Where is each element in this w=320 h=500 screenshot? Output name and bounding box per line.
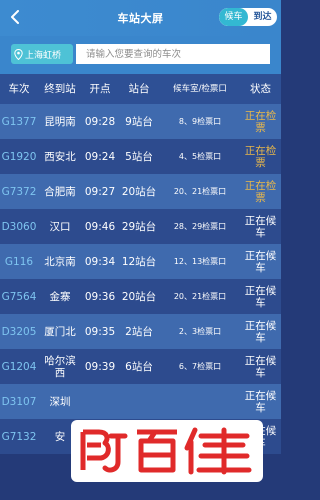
platform: 2站台 bbox=[125, 325, 153, 338]
destination: 哈尔滨西 bbox=[44, 354, 76, 379]
destination: 深圳 bbox=[49, 395, 71, 408]
departure-time: 09:39 bbox=[84, 360, 116, 373]
table-row[interactable]: D3060 汉口 09:46 29站台 28、29检票口 正在候车 bbox=[0, 209, 281, 244]
status: 正在候车 bbox=[244, 389, 277, 414]
platform bbox=[118, 384, 160, 419]
search-bar: 上海虹桥 bbox=[0, 36, 281, 74]
destination: 西安北 bbox=[44, 150, 76, 163]
platform: 6站台 bbox=[125, 360, 153, 373]
table-row[interactable]: G7372 合肥南 09:27 20站台 20、21检票口 正在检票 bbox=[0, 174, 281, 209]
location-pin-icon bbox=[14, 48, 23, 60]
train-number: D3060 bbox=[1, 220, 37, 233]
table-row[interactable]: G7564 金寨 09:36 20站台 20、21检票口 正在候车 bbox=[0, 279, 281, 314]
platform: 9站台 bbox=[125, 115, 153, 128]
gate: 12、13检票口 bbox=[173, 256, 227, 266]
table-row[interactable]: G1204 哈尔滨西 09:39 6站台 6、7检票口 正在候车 bbox=[0, 349, 281, 384]
platform: 20站台 bbox=[121, 290, 157, 303]
status: 正在候车 bbox=[244, 284, 277, 309]
table-row[interactable]: D3205 厦门北 09:35 2站台 2、3检票口 正在候车 bbox=[0, 314, 281, 349]
column-header-departure: 开点 bbox=[89, 83, 111, 95]
gate: 28、29检票口 bbox=[173, 221, 227, 231]
gate: 8、9检票口 bbox=[178, 116, 222, 126]
platform: 12站台 bbox=[121, 255, 157, 268]
column-header-status: 状态 bbox=[250, 83, 271, 95]
gate: 4、5检票口 bbox=[178, 151, 222, 161]
table-row[interactable]: D3107 深圳 正在候车 bbox=[0, 384, 281, 419]
train-number: D3205 bbox=[1, 325, 37, 338]
watermark-logo bbox=[71, 420, 263, 482]
status: 正在候车 bbox=[244, 354, 277, 379]
departure-time: 09:35 bbox=[84, 325, 116, 338]
destination: 汉口 bbox=[49, 220, 71, 233]
gate: 20、21检票口 bbox=[173, 291, 227, 301]
station-name: 上海虹桥 bbox=[25, 50, 62, 61]
train-number: G7132 bbox=[1, 430, 37, 443]
table-row[interactable]: G116 北京南 09:34 12站台 12、13检票口 正在候车 bbox=[0, 244, 281, 279]
status: 正在候车 bbox=[244, 319, 277, 344]
status: 正在检票 bbox=[244, 144, 277, 169]
table-header: 车次 终到站 开点 站台 候车室/检票口 状态 bbox=[0, 74, 281, 104]
column-header-destination: 终到站 bbox=[44, 83, 76, 95]
train-number: G1377 bbox=[1, 115, 37, 128]
departure-time: 09:28 bbox=[84, 115, 116, 128]
train-number: G116 bbox=[4, 255, 34, 268]
status: 正在检票 bbox=[244, 109, 277, 134]
toggle-arrival[interactable]: 到达 bbox=[248, 8, 277, 26]
train-number: G1920 bbox=[1, 150, 37, 163]
destination: 合肥南 bbox=[44, 185, 76, 198]
gate: 2、3检票口 bbox=[178, 326, 222, 336]
departure-time: 09:36 bbox=[84, 290, 116, 303]
bj-logo bbox=[80, 427, 252, 475]
departure-time: 09:27 bbox=[84, 185, 116, 198]
table-row[interactable]: G1920 西安北 09:24 5站台 4、5检票口 正在检票 bbox=[0, 139, 281, 174]
column-header-gate: 候车室/检票口 bbox=[173, 84, 227, 94]
destination: 厦门北 bbox=[44, 325, 76, 338]
platform: 29站台 bbox=[121, 220, 157, 233]
toggle-waiting[interactable]: 候车 bbox=[219, 8, 248, 26]
platform: 20站台 bbox=[121, 185, 157, 198]
column-header-platform: 站台 bbox=[128, 83, 150, 95]
column-header-train: 车次 bbox=[8, 83, 30, 95]
train-number: D3107 bbox=[1, 395, 37, 408]
departure-time: 09:34 bbox=[84, 255, 116, 268]
gate: 20、21检票口 bbox=[173, 186, 227, 196]
departure-time bbox=[82, 384, 118, 419]
title-bar: 车站大屏 候车 到达 bbox=[0, 0, 281, 36]
train-number: G7372 bbox=[1, 185, 37, 198]
table-row[interactable]: G1377 昆明南 09:28 9站台 8、9检票口 正在检票 bbox=[0, 104, 281, 139]
gate bbox=[160, 384, 240, 419]
departure-time: 09:46 bbox=[84, 220, 116, 233]
train-number: G7564 bbox=[1, 290, 37, 303]
station-selector[interactable]: 上海虹桥 bbox=[11, 44, 73, 64]
train-search-input[interactable] bbox=[76, 44, 270, 64]
destination: 昆明南 bbox=[44, 115, 76, 128]
platform: 5站台 bbox=[125, 150, 153, 163]
status: 正在检票 bbox=[244, 179, 277, 204]
gate: 6、7检票口 bbox=[178, 361, 222, 371]
destination: 金寨 bbox=[49, 290, 71, 303]
mode-toggle[interactable]: 候车 到达 bbox=[219, 8, 277, 26]
status: 正在候车 bbox=[244, 249, 277, 274]
train-number: G1204 bbox=[1, 360, 37, 373]
departure-time: 09:24 bbox=[84, 150, 116, 163]
destination: 北京南 bbox=[44, 255, 76, 268]
status: 正在候车 bbox=[244, 214, 277, 239]
